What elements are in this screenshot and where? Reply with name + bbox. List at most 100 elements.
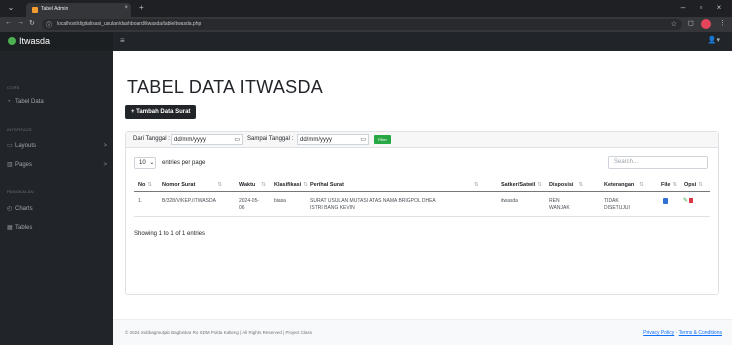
columns-icon: ▭: [7, 143, 13, 149]
tab-search-icon[interactable]: ⌄: [4, 2, 18, 13]
cell-disposisi-line1: REN: [549, 198, 560, 204]
new-tab-icon[interactable]: +: [139, 3, 144, 12]
minimize-icon[interactable]: –: [676, 2, 690, 13]
from-date-input[interactable]: dd/mm/yyyy ▭: [171, 134, 243, 145]
column-header-opsi[interactable]: Opsi ⇅: [684, 182, 703, 188]
back-icon[interactable]: ←: [5, 19, 12, 26]
table-info: Showing 1 to 1 of 1 entries: [134, 231, 206, 237]
column-header-file[interactable]: File ⇅: [661, 182, 677, 188]
sidebar-heading-interface: INTERFACE: [7, 127, 33, 132]
cell-keterangan: TIDAK DISETUJUI: [604, 198, 630, 212]
from-date-label: Dari Tanggal :: [133, 136, 170, 142]
cell-no: 1.: [138, 198, 143, 204]
to-date-label: Sampai Tanggal :: [247, 136, 294, 142]
cell-disposisi-line2: WANJAK: [549, 205, 570, 211]
cell-keterangan-line1: TIDAK: [604, 198, 619, 204]
to-date-value: dd/mm/yyyy: [300, 137, 333, 143]
chevron-right-icon: >: [103, 162, 107, 168]
forward-icon[interactable]: →: [17, 19, 24, 26]
column-header-keterangan[interactable]: Keterangan ⇅: [604, 182, 644, 188]
entries-value: 10: [139, 160, 146, 166]
user-menu-icon[interactable]: 👤▾: [708, 36, 720, 44]
browser-tab[interactable]: Tabel Admin ×: [26, 3, 131, 17]
cell-perihal: SURAT USULAN MUTASI ATAS NAMA BRIGPOL DH…: [310, 198, 436, 212]
cell-nomor-surat: B/328/V/KEP./ITWASDA: [162, 198, 216, 204]
sidebar-item-label: Tabel Data: [15, 99, 44, 105]
entries-per-page-select[interactable]: 10 ⌄: [134, 157, 156, 169]
column-header-disposisi[interactable]: Disposisi ⇅: [549, 182, 583, 188]
extensions-icon[interactable]: ◻: [688, 19, 694, 27]
cell-disposisi: REN WANJAK: [549, 198, 570, 212]
column-header-satker[interactable]: Satker/Satwil ⇅: [501, 182, 542, 188]
maximize-icon[interactable]: ▫: [694, 2, 708, 13]
sidebar-heading-pangkalan: PANGKALAN: [7, 189, 34, 194]
filter-bar: Dari Tanggal : dd/mm/yyyy ▭ Sampai Tangg…: [126, 132, 718, 148]
tab-close-icon[interactable]: ×: [124, 5, 128, 11]
main-content: TABEL DATA ITWASDA + Tambah Data Surat D…: [113, 51, 732, 345]
sidebar: CORE ◔ Tabel Data INTERFACE ▭ Layouts > ▥ P…: [0, 51, 113, 345]
reload-icon[interactable]: ↻: [29, 19, 35, 27]
privacy-policy-link[interactable]: Privacy Policy: [643, 330, 674, 336]
site-info-icon[interactable]: ⓘ: [46, 20, 52, 29]
close-window-icon[interactable]: ×: [712, 2, 726, 13]
cell-satker: itwasda: [501, 198, 518, 204]
delete-icon[interactable]: [689, 198, 693, 203]
gauge-icon: ◔: [7, 99, 11, 105]
chevron-right-icon: >: [103, 143, 107, 149]
add-letter-button[interactable]: + Tambah Data Surat: [125, 105, 197, 119]
browser-tab-bar: ⌄ Tabel Admin × + – ▫ ×: [0, 0, 732, 17]
tab-title: Tabel Admin: [41, 6, 69, 12]
sidebar-item-pages[interactable]: ▥ Pages >: [7, 160, 107, 170]
chevron-down-icon: ⌄: [149, 160, 155, 166]
footer: © 2024 Subbagmutjab Bagbinkar Ro SDM Pol…: [113, 319, 732, 345]
entries-label: entries per page: [162, 160, 206, 166]
cell-perihal-line1: SURAT USULAN MUTASI ATAS NAMA BRIGPOL DH…: [310, 198, 436, 204]
profile-avatar[interactable]: [701, 19, 711, 29]
calendar-icon[interactable]: ▭: [360, 136, 366, 144]
file-icon[interactable]: [663, 198, 668, 204]
url-text: localhost/digitalisasi_usulan/dashboard/…: [57, 21, 202, 27]
column-header-nomor-surat[interactable]: Nomor Surat ⇅: [162, 182, 222, 188]
logo-icon: [8, 36, 16, 45]
browser-menu-icon[interactable]: ⋮: [719, 19, 726, 27]
cell-perihal-line2: ISTRI BANG KEVIN: [310, 205, 355, 211]
sidebar-item-label: Tables: [15, 225, 33, 231]
sidebar-item-layouts[interactable]: ▭ Layouts >: [7, 141, 107, 151]
chart-icon: ◴: [7, 206, 13, 212]
table-icon: ▦: [7, 225, 13, 231]
edit-icon[interactable]: ✎: [683, 197, 688, 204]
url-field[interactable]: ⓘ localhost/digitalisasi_usulan/dashboar…: [42, 19, 682, 30]
terms-link[interactable]: Terms & Conditions: [679, 330, 722, 336]
column-header-no[interactable]: No ⇅: [138, 182, 152, 188]
cell-klasifikasi: biasa: [274, 198, 286, 204]
to-date-input[interactable]: dd/mm/yyyy ▭: [297, 134, 369, 145]
filter-button[interactable]: Filter: [374, 135, 391, 144]
footer-links: Privacy Policy · Terms & Conditions: [643, 330, 722, 336]
row-divider: [134, 216, 710, 217]
column-header-waktu[interactable]: Waktu ⇅: [239, 182, 266, 188]
search-input[interactable]: Search...: [608, 156, 708, 169]
sidebar-item-tables[interactable]: ▦ Tables: [7, 223, 107, 233]
data-card: Dari Tanggal : dd/mm/yyyy ▭ Sampai Tangg…: [125, 131, 719, 295]
bookmark-star-icon[interactable]: ☆: [671, 20, 677, 28]
column-header-klasifikasi[interactable]: Klasifikasi ⇅: [274, 182, 308, 188]
sidebar-item-label: Pages: [15, 162, 33, 168]
sidebar-heading-core: CORE: [7, 85, 20, 90]
page-title: TABEL DATA ITWASDA: [127, 77, 324, 97]
cell-waktu-line2: 06: [239, 205, 245, 211]
navbar-brand[interactable]: Itwasda: [0, 32, 113, 51]
column-header-perihal-surat[interactable]: Perihal Surat ⇅: [310, 182, 479, 188]
sidebar-item-label: Layouts: [15, 143, 37, 149]
sidebar-toggle-icon[interactable]: ≡: [120, 36, 125, 45]
favicon-icon: [32, 7, 38, 13]
calendar-icon[interactable]: ▭: [234, 136, 240, 144]
sidebar-item-label: Charts: [15, 206, 33, 212]
cell-waktu-line1: 2024-05-: [239, 198, 260, 204]
cell-keterangan-line2: DISETUJUI: [604, 205, 630, 211]
from-date-value: dd/mm/yyyy: [174, 137, 207, 143]
footer-copyright: © 2024 Subbagmutjab Bagbinkar Ro SDM Pol…: [125, 330, 313, 335]
cell-waktu: 2024-05- 06: [239, 198, 259, 212]
sidebar-item-charts[interactable]: ◴ Charts: [7, 204, 107, 214]
address-bar-row: ← → ↻ ⓘ localhost/digitalisasi_usulan/da…: [0, 17, 732, 32]
sidebar-item-tabel-data[interactable]: ◔ Tabel Data: [7, 97, 107, 107]
